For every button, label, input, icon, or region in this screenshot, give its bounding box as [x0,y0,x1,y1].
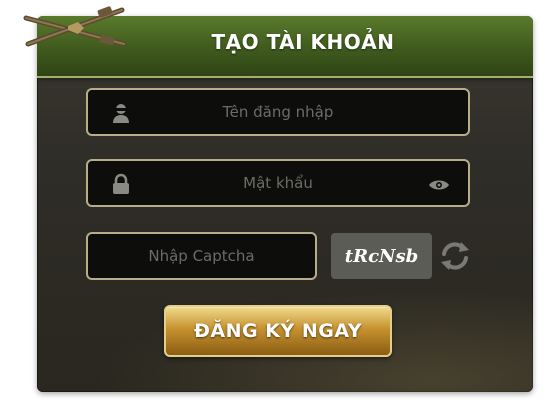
password-field[interactable]: Mật khẩu [86,159,470,207]
captcha-placeholder: Nhập Captcha [148,247,255,265]
refresh-icon[interactable] [439,240,471,272]
username-field[interactable]: Tên đăng nhập [86,88,470,136]
register-button[interactable]: ĐĂNG KÝ NGAY [164,305,392,357]
captcha-image: tRcNsb [331,233,432,279]
password-placeholder: Mật khẩu [243,174,313,192]
crossed-rifles-logo [23,6,127,47]
eye-icon[interactable] [428,178,450,192]
captcha-input[interactable]: Nhập Captcha [86,232,317,280]
username-placeholder: Tên đăng nhập [222,103,334,121]
